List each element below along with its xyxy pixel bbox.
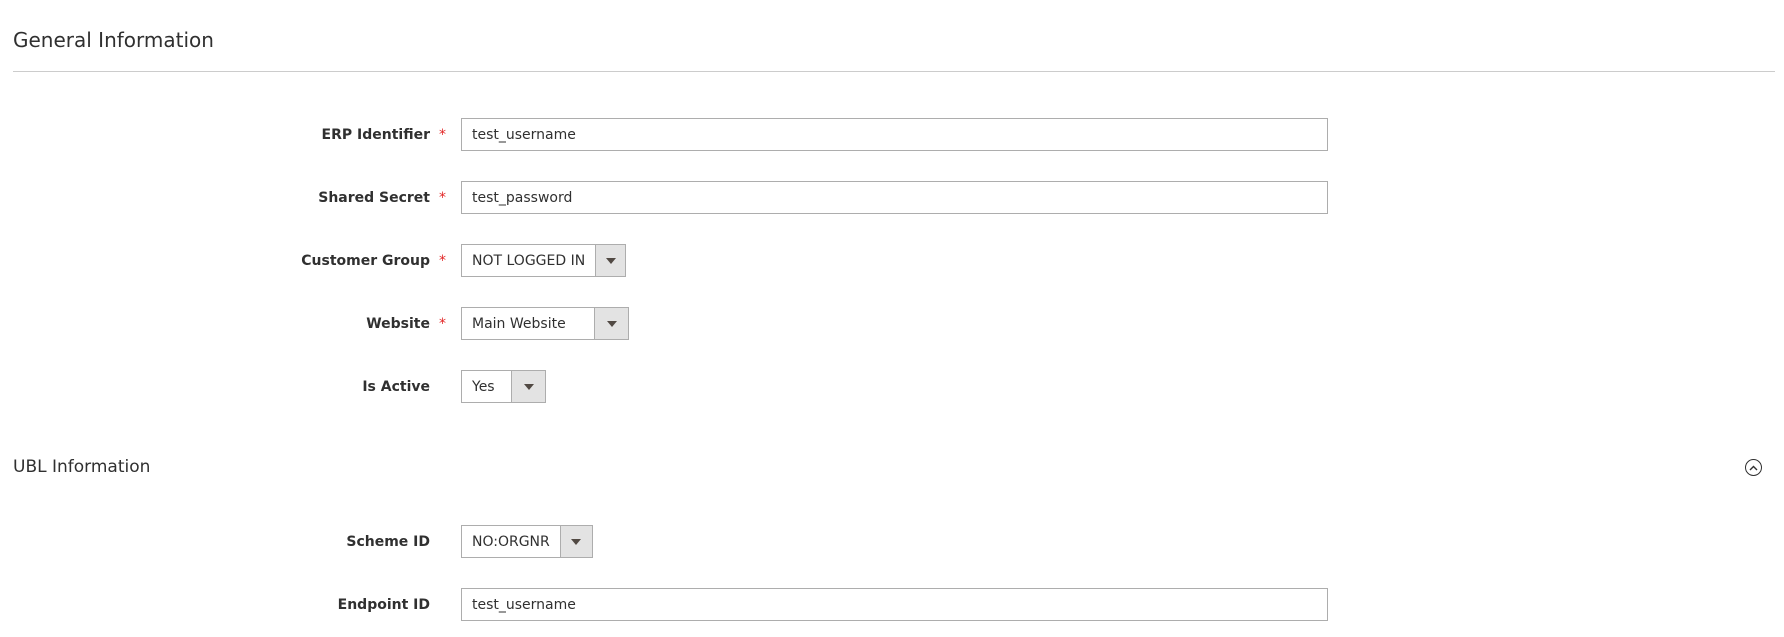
section-divider	[13, 71, 1775, 72]
chevron-up-circle-icon[interactable]	[1745, 459, 1762, 476]
shared-secret-input[interactable]	[461, 181, 1328, 214]
scheme-id-value: NO:ORGNR	[472, 533, 550, 550]
general-information-title: General Information	[13, 28, 214, 52]
caret-down-icon	[606, 320, 617, 327]
scheme-id-label: Scheme ID	[346, 534, 430, 550]
scheme-id-select[interactable]: NO:ORGNR	[461, 525, 593, 558]
customer-group-select[interactable]: NOT LOGGED IN	[461, 244, 626, 277]
customer-group-dropdown-button[interactable]	[595, 245, 625, 276]
caret-down-icon	[523, 383, 534, 390]
website-value: Main Website	[472, 315, 566, 332]
caret-down-icon	[605, 257, 616, 264]
ubl-information-title[interactable]: UBL Information	[13, 455, 150, 479]
scheme-id-dropdown-button[interactable]	[559, 526, 592, 557]
required-marker: *	[439, 316, 446, 332]
customer-group-label: Customer Group	[301, 253, 430, 269]
endpoint-id-input[interactable]	[461, 588, 1328, 621]
caret-down-icon	[571, 538, 582, 545]
required-marker: *	[439, 127, 446, 143]
website-select[interactable]: Main Website	[461, 307, 629, 340]
is-active-label: Is Active	[362, 379, 430, 395]
required-marker: *	[439, 253, 446, 269]
chevron-up-icon	[1749, 465, 1758, 470]
required-marker: *	[439, 190, 446, 206]
erp-identifier-label: ERP Identifier	[321, 127, 430, 143]
customer-group-value: NOT LOGGED IN	[472, 252, 586, 269]
is-active-dropdown-button[interactable]	[511, 371, 545, 402]
is-active-select[interactable]: Yes	[461, 370, 546, 403]
is-active-value: Yes	[472, 378, 495, 395]
shared-secret-label: Shared Secret	[318, 190, 430, 206]
erp-identifier-input[interactable]	[461, 118, 1328, 151]
website-dropdown-button[interactable]	[594, 308, 628, 339]
website-label: Website	[366, 316, 430, 332]
endpoint-id-label: Endpoint ID	[337, 597, 430, 613]
